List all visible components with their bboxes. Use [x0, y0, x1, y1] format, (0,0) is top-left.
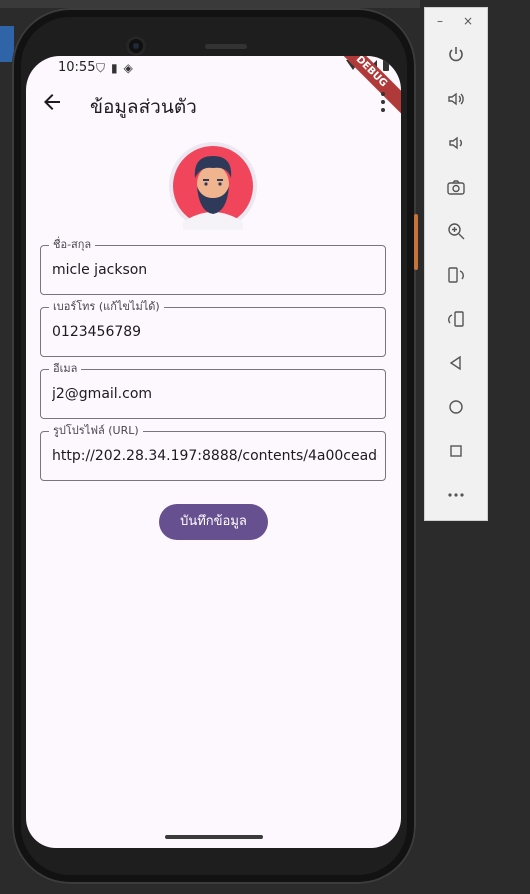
volume-up-icon[interactable] — [442, 85, 470, 113]
back-icon[interactable] — [442, 349, 470, 377]
home-icon[interactable] — [442, 393, 470, 421]
profile-url-field[interactable]: รูปโปรไฟล์ (URL) — [40, 424, 386, 481]
rotate-right-icon[interactable] — [442, 305, 470, 333]
sd-card-icon: ▮ — [111, 61, 118, 75]
page-title: ข้อมูลส่วนตัว — [90, 96, 197, 118]
minimize-icon[interactable]: – — [437, 14, 443, 28]
name-field[interactable]: ชื่อ-สกุล — [40, 238, 386, 295]
name-input[interactable] — [52, 246, 378, 294]
app-bar: ข้อมูลส่วนตัว — [26, 84, 401, 124]
avatar[interactable] — [169, 142, 257, 230]
front-camera — [126, 36, 146, 56]
close-icon[interactable]: × — [463, 14, 473, 28]
profile-url-input[interactable] — [52, 432, 378, 480]
zoom-icon[interactable] — [442, 217, 470, 245]
earpiece — [205, 44, 247, 49]
email-field[interactable]: อีเมล — [40, 362, 386, 419]
power-icon[interactable] — [442, 41, 470, 69]
vpn-icon: ◈ — [123, 61, 133, 75]
rotate-left-icon[interactable] — [442, 261, 470, 289]
volume-down-icon[interactable] — [442, 129, 470, 157]
emulator-toolbar: – × — [424, 7, 488, 521]
phone-side-button[interactable] — [414, 214, 418, 270]
email-input[interactable] — [52, 370, 378, 418]
battery-icon — [383, 59, 389, 71]
phone-input[interactable] — [52, 308, 378, 356]
phone-field[interactable]: เบอร์โทร (แก้ไขไม่ได้) — [40, 300, 386, 357]
overview-icon[interactable] — [442, 437, 470, 465]
app-screen: 10:55 ⛉ ▮ ◈ DEBUG ข้อมูลส่วนตัว ชื่อ-สกุ… — [26, 56, 401, 848]
save-button[interactable]: บันทึกข้อมูล — [159, 504, 268, 540]
shield-icon: ⛉ — [96, 61, 106, 75]
more-vert-icon[interactable] — [379, 92, 387, 112]
back-arrow-icon[interactable] — [40, 90, 64, 114]
status-notification-icons: ⛉ ▮ ◈ — [96, 61, 133, 76]
status-time: 10:55 — [58, 60, 96, 75]
home-indicator[interactable] — [165, 835, 263, 839]
camera-icon[interactable] — [442, 173, 470, 201]
more-icon[interactable] — [442, 481, 470, 509]
